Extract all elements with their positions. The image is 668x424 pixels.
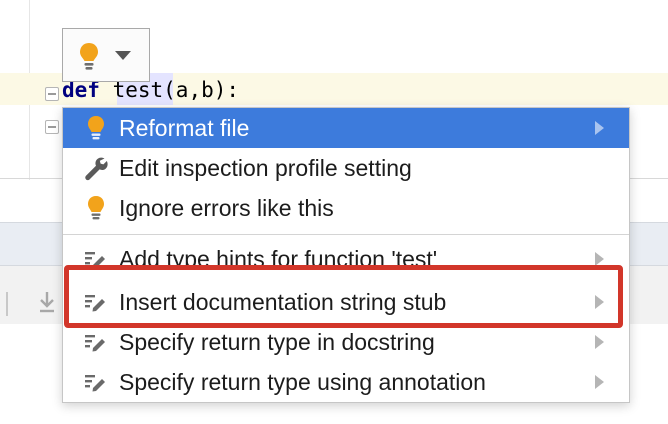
submenu-arrow-icon bbox=[595, 252, 604, 265]
wrench-icon bbox=[83, 155, 109, 181]
lightbulb-icon bbox=[83, 115, 109, 141]
pencil-edit-icon bbox=[83, 246, 109, 265]
menu-item-return-type-docstring[interactable]: Specify return type in docstring bbox=[63, 322, 629, 362]
download-arrow-icon[interactable] bbox=[36, 288, 58, 316]
intention-actions-button[interactable] bbox=[62, 28, 150, 82]
menu-item-label: Add type hints for function 'test' bbox=[119, 246, 438, 265]
intention-actions-popup: Reformat file Edit inspection profile se… bbox=[62, 107, 630, 403]
highlight-annotation-box bbox=[64, 265, 623, 328]
menu-item-label: Edit inspection profile setting bbox=[119, 155, 412, 181]
menu-item-clip: Add type hints for function 'test' bbox=[63, 235, 629, 265]
menu-item-label: Ignore errors like this bbox=[119, 195, 334, 221]
menu-item-label: Reformat file bbox=[119, 115, 250, 141]
submenu-arrow-icon bbox=[595, 121, 604, 135]
menu-item-label: Specify return type in docstring bbox=[119, 329, 435, 355]
menu-item-return-type-annotation[interactable]: Specify return type using annotation bbox=[63, 362, 629, 402]
menu-item-edit-inspection-profile[interactable]: Edit inspection profile setting bbox=[63, 148, 629, 188]
pencil-edit-icon bbox=[83, 329, 109, 355]
toolbar-separator bbox=[6, 292, 8, 316]
lightbulb-icon bbox=[83, 195, 109, 221]
fold-marker-icon[interactable] bbox=[45, 87, 59, 101]
menu-item-add-type-hints[interactable]: Add type hints for function 'test' bbox=[63, 239, 629, 265]
lightbulb-icon bbox=[77, 41, 101, 75]
menu-item-reformat-file[interactable]: Reformat file bbox=[63, 108, 629, 148]
pencil-edit-icon bbox=[83, 369, 109, 395]
menu-item-ignore-errors[interactable]: Ignore errors like this bbox=[63, 188, 629, 228]
fold-marker-icon[interactable] bbox=[45, 120, 59, 134]
menu-item-label: Specify return type using annotation bbox=[119, 369, 486, 395]
submenu-arrow-icon bbox=[595, 375, 604, 389]
caret-down-icon bbox=[115, 51, 131, 60]
submenu-arrow-icon bbox=[595, 335, 604, 349]
